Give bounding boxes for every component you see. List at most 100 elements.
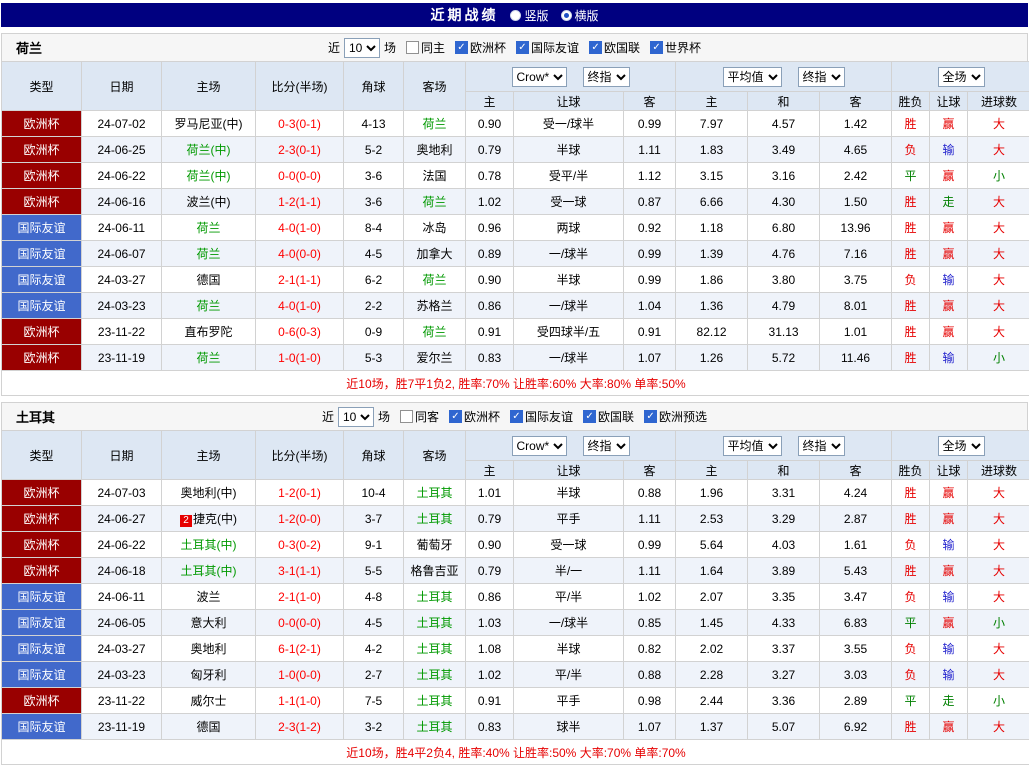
- home-team-name: 土耳其(中): [181, 538, 237, 552]
- competition-checkbox[interactable]: [583, 410, 596, 423]
- competition-checkbox[interactable]: [650, 41, 663, 54]
- asian-home-odds: 1.01: [466, 480, 514, 506]
- competition-filter-nations-league[interactable]: 欧国联: [589, 39, 640, 56]
- home-team-name: 德国: [196, 720, 220, 734]
- match-row: 欧洲杯24-07-03奥地利(中)1-2(0-1)10-4土耳其1.01半球0.…: [2, 480, 1029, 506]
- result-wdl: 负: [892, 636, 930, 662]
- competition-label: 世界杯: [665, 39, 701, 56]
- same-venue-filter[interactable]: 同主: [406, 39, 445, 56]
- match-score: 3-1(1-1): [256, 558, 344, 584]
- euro-away-odds: 11.46: [820, 345, 892, 371]
- euro-bookmaker-select[interactable]: 平均值: [723, 436, 782, 456]
- euro-away-col: 客: [820, 92, 892, 111]
- competition-label: 国际友谊: [525, 408, 573, 425]
- asian-home-odds: 0.91: [466, 688, 514, 714]
- asian-home-col: 主: [466, 461, 514, 480]
- home-team: 荷兰: [162, 241, 256, 267]
- home-team: 奥地利: [162, 636, 256, 662]
- result-wdl: 胜: [892, 293, 930, 319]
- result-goals: 大: [968, 267, 1029, 293]
- competition-checkbox[interactable]: [644, 410, 657, 423]
- match-type-badge: 欧洲杯: [2, 480, 82, 506]
- radio-icon[interactable]: [561, 10, 572, 21]
- asian-bookmaker-select[interactable]: Crow*: [512, 67, 567, 87]
- asian-handicap: 平/半: [514, 662, 624, 688]
- match-date: 24-06-11: [82, 215, 162, 241]
- competition-checkbox[interactable]: [516, 41, 529, 54]
- euro-time-select[interactable]: 终指: [798, 67, 845, 87]
- euro-away-odds: 1.01: [820, 319, 892, 345]
- match-date: 24-03-23: [82, 293, 162, 319]
- radio-label-horizontal: 横版: [575, 7, 599, 24]
- asian-time-select[interactable]: 终指: [583, 67, 630, 87]
- result-scope-select[interactable]: 全场: [938, 67, 985, 87]
- match-row: 欧洲杯24-06-22荷兰(中)0-0(0-0)3-6法国0.78受平/半1.1…: [2, 163, 1029, 189]
- euro-time-select[interactable]: 终指: [798, 436, 845, 456]
- match-row: 欧洲杯23-11-19荷兰1-0(1-0)5-3爱尔兰0.83一/球半1.071…: [2, 345, 1029, 371]
- result-wdl: 平: [892, 610, 930, 636]
- col-header-score: 比分(半场): [256, 62, 344, 111]
- asian-bookmaker-select[interactable]: Crow*: [512, 436, 567, 456]
- radio-label-vertical: 竖版: [524, 7, 548, 24]
- competition-checkbox[interactable]: [589, 41, 602, 54]
- euro-home-odds: 6.66: [676, 189, 748, 215]
- euro-home-odds: 1.45: [676, 610, 748, 636]
- same-venue-filter[interactable]: 同客: [400, 408, 439, 425]
- away-team: 加拿大: [404, 241, 466, 267]
- competition-filter-friendly[interactable]: 国际友谊: [510, 408, 573, 425]
- result-scope-select[interactable]: 全场: [938, 436, 985, 456]
- same-venue-checkbox[interactable]: [400, 410, 413, 423]
- competition-filter-world-cup[interactable]: 世界杯: [650, 39, 701, 56]
- title-bar: 近期战绩 竖版 横版: [1, 3, 1028, 27]
- result-wdl: 负: [892, 137, 930, 163]
- competition-checkbox[interactable]: [449, 410, 462, 423]
- competition-filter-nations-league[interactable]: 欧国联: [583, 408, 634, 425]
- asian-handicap-col: 让球: [514, 92, 624, 111]
- match-score: 0-6(0-3): [256, 319, 344, 345]
- team-section-netherlands: 荷兰 近 10 场 同主 欧洲杯 国际友谊 欧国联 世界杯: [1, 33, 1028, 396]
- away-team: 土耳其: [404, 610, 466, 636]
- home-team-name: 土耳其(中): [181, 564, 237, 578]
- home-team-name: 波兰(中): [187, 195, 231, 209]
- recent-results-table: 类型 日期 主场 比分(半场) 角球 客场 Crow* 终指 平均值 终指: [1, 61, 1029, 396]
- same-venue-checkbox[interactable]: [406, 41, 419, 54]
- euro-bookmaker-select[interactable]: 平均值: [723, 67, 782, 87]
- asian-away-odds: 0.85: [624, 610, 676, 636]
- result-wdl: 负: [892, 532, 930, 558]
- match-type-badge: 国际友谊: [2, 636, 82, 662]
- competition-filter-friendly[interactable]: 国际友谊: [516, 39, 579, 56]
- competition-filter-euro-qualifiers[interactable]: 欧洲预选: [644, 408, 707, 425]
- asian-time-select[interactable]: 终指: [583, 436, 630, 456]
- home-team-name: 荷兰: [196, 221, 220, 235]
- competition-filter-euro[interactable]: 欧洲杯: [455, 39, 506, 56]
- match-count-select[interactable]: 10: [344, 38, 380, 58]
- competition-checkbox[interactable]: [455, 41, 468, 54]
- result-handicap: 输: [930, 584, 968, 610]
- result-handicap: 赢: [930, 506, 968, 532]
- euro-away-odds: 1.50: [820, 189, 892, 215]
- euro-draw-odds: 5.72: [748, 345, 820, 371]
- radio-icon[interactable]: [510, 10, 521, 21]
- result-handicap: 赢: [930, 293, 968, 319]
- competition-filter-euro[interactable]: 欧洲杯: [449, 408, 500, 425]
- away-team: 荷兰: [404, 267, 466, 293]
- asian-home-odds: 1.02: [466, 189, 514, 215]
- corners-score: 3-6: [344, 163, 404, 189]
- result-wdl: 负: [892, 662, 930, 688]
- home-team-name: 荷兰: [196, 247, 220, 261]
- match-count-select[interactable]: 10: [338, 407, 374, 427]
- euro-home-odds: 1.64: [676, 558, 748, 584]
- competition-checkbox[interactable]: [510, 410, 523, 423]
- asian-away-odds: 1.11: [624, 506, 676, 532]
- home-team: 荷兰: [162, 215, 256, 241]
- asian-handicap: 一/球半: [514, 345, 624, 371]
- result-handicap: 赢: [930, 215, 968, 241]
- away-team: 冰岛: [404, 215, 466, 241]
- home-team: 波兰(中): [162, 189, 256, 215]
- away-team: 格鲁吉亚: [404, 558, 466, 584]
- layout-option-horizontal[interactable]: 横版: [561, 7, 599, 24]
- result-handicap: 赢: [930, 111, 968, 137]
- layout-option-vertical[interactable]: 竖版: [510, 7, 548, 24]
- result-handicap: 赢: [930, 714, 968, 740]
- match-type-badge: 欧洲杯: [2, 111, 82, 137]
